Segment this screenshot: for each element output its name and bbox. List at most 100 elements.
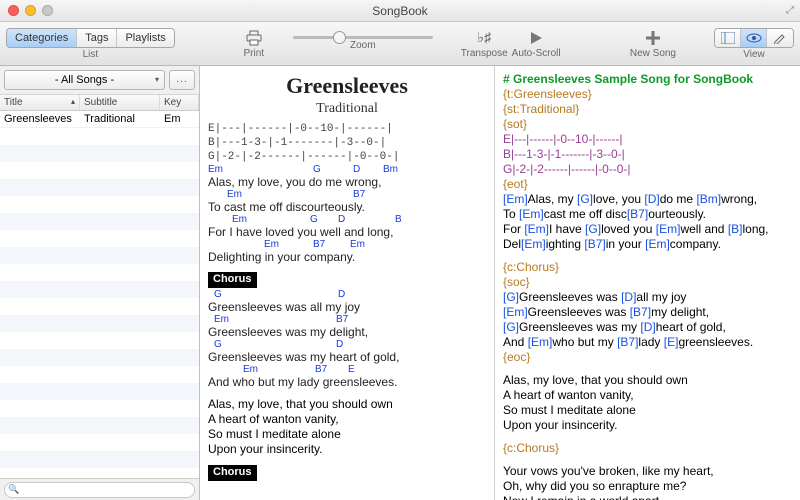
src-line: Del[Em]ighting [B7]in your [Em]company.: [503, 237, 792, 252]
tab-categories[interactable]: Categories: [7, 29, 77, 47]
src-line: So must I meditate alone: [503, 403, 792, 418]
lyric-line: Greensleeves was my heart of gold,GD: [208, 350, 486, 364]
chord: Em: [214, 314, 229, 327]
song-subtitle: Traditional: [208, 100, 486, 118]
window-controls: [0, 5, 53, 16]
src-subtitle-dir: {st:Traditional}: [503, 102, 792, 117]
titlebar: SongBook ⤢: [0, 0, 800, 22]
content: Greensleeves Traditional E|---|------|-0…: [200, 66, 800, 500]
song-view: Greensleeves Traditional E|---|------|-0…: [200, 66, 495, 500]
src-line: [Em]Alas, my [G]love, you [D]do me [Bm]w…: [503, 192, 792, 207]
lyric-line: Greensleeves was all my joyGD: [208, 300, 486, 314]
view-control: View: [714, 28, 794, 60]
category-select[interactable]: - All Songs -: [4, 70, 165, 90]
chord: Em: [208, 164, 223, 177]
src-line: Your vows you've broken, like my heart,: [503, 464, 792, 479]
fullscreen-icon[interactable]: ⤢: [786, 5, 794, 16]
transpose-icon: ♭♯: [473, 29, 495, 47]
src-line: [Em]Greensleeves was [B7]my delight,: [503, 305, 792, 320]
src-title-dir: {t:Greensleeves}: [503, 87, 792, 102]
src-eoc: {eoc}: [503, 350, 792, 365]
src-sot: {sot}: [503, 117, 792, 132]
src-cchorus2: {c:Chorus}: [503, 441, 792, 456]
searchbar: 🔍: [0, 478, 199, 500]
chord: G: [313, 164, 321, 177]
search-icon: 🔍: [8, 484, 19, 495]
window-title: SongBook: [0, 4, 800, 18]
list-mode-tabs: Categories Tags Playlists: [6, 28, 175, 48]
view-split-icon[interactable]: [715, 29, 741, 47]
col-key: Key: [160, 95, 199, 110]
src-line: Upon your insincerity.: [503, 418, 792, 433]
src-comment: # Greensleeves Sample Song for SongBook: [503, 72, 792, 87]
chord: B: [395, 214, 402, 227]
chord: Em: [232, 214, 247, 227]
zoom-control[interactable]: Zoom: [293, 36, 433, 51]
lyric-line: So must I meditate alone: [208, 427, 486, 442]
chorus-label: Chorus: [208, 272, 257, 288]
list-label: List: [83, 49, 99, 60]
lyric-line: Greensleeves was my delight,EmB7: [208, 325, 486, 339]
chord: B7: [336, 314, 348, 327]
lyric-line: For I have loved you well and long,EmGDB: [208, 225, 486, 239]
src-line: And [Em]who but my [B7]lady [E]greenslee…: [503, 335, 792, 350]
zoom-icon[interactable]: [42, 5, 53, 16]
lyric-line: Delighting in your company.EmB7Em: [208, 250, 486, 264]
chord: Em: [227, 189, 242, 202]
chord: G: [214, 289, 222, 302]
tab-playlists[interactable]: Playlists: [117, 29, 173, 47]
print-icon: [243, 29, 265, 47]
src-line: To [Em]cast me off disc[B7]ourteously.: [503, 207, 792, 222]
zoom-thumb: [333, 31, 346, 44]
src-cchorus: {c:Chorus}: [503, 260, 792, 275]
toolbar: Categories Tags Playlists List Print Zoo…: [0, 22, 800, 66]
lyric-line: Upon your insincerity.: [208, 442, 486, 457]
src-line: [G]Greensleeves was [D]all my joy: [503, 290, 792, 305]
view-edit-icon[interactable]: [767, 29, 793, 47]
songlist-row[interactable]: Greensleeves Traditional Em: [0, 111, 199, 128]
plus-icon: [642, 29, 664, 47]
lyric-line: A heart of wanton vanity,: [208, 412, 486, 427]
chord: G: [214, 339, 222, 352]
tab-tags[interactable]: Tags: [77, 29, 117, 47]
chord: Em: [350, 239, 365, 252]
zoom-slider: [293, 36, 433, 39]
print-control[interactable]: Print: [243, 29, 265, 59]
view-preview-icon[interactable]: [741, 29, 767, 47]
songlist-header[interactable]: Title Subtitle Key: [0, 95, 199, 111]
chord: Bm: [383, 164, 398, 177]
lyric-line: And who but my lady greensleeves.EmB7E: [208, 375, 486, 389]
src-eot: {eot}: [503, 177, 792, 192]
src-soc: {soc}: [503, 275, 792, 290]
search-input[interactable]: [4, 482, 195, 498]
transpose-control[interactable]: ♭♯ Transpose: [461, 29, 508, 59]
chord: D: [353, 164, 360, 177]
src-line: For [Em]I have [G]loved you [Em]well and…: [503, 222, 792, 237]
lyric-line: Alas, my love, that you should own: [208, 397, 486, 412]
minimize-icon[interactable]: [25, 5, 36, 16]
chord: B7: [315, 364, 327, 377]
more-button[interactable]: ...: [169, 70, 195, 90]
chord: D: [336, 339, 343, 352]
newsong-control[interactable]: New Song: [630, 29, 676, 59]
chord: B7: [353, 189, 365, 202]
chord: D: [338, 214, 345, 227]
chorus-label-2: Chorus: [208, 465, 257, 481]
chord: E: [348, 364, 355, 377]
source-view[interactable]: # Greensleeves Sample Song for SongBook …: [495, 66, 800, 500]
chord: G: [310, 214, 318, 227]
src-line: [G]Greensleeves was my [D]heart of gold,: [503, 320, 792, 335]
sidebar: - All Songs - ... Title Subtitle Key Gre…: [0, 66, 200, 500]
play-icon: [525, 29, 547, 47]
src-line: Oh, why did you so enrapture me?: [503, 479, 792, 494]
close-icon[interactable]: [8, 5, 19, 16]
src-line: Alas, my love, that you should own: [503, 373, 792, 388]
src-line: A heart of wanton vanity,: [503, 388, 792, 403]
chord: D: [338, 289, 345, 302]
song-title: Greensleeves: [208, 72, 486, 100]
lyric-line: Alas, my love, you do me wrong,EmGDBm: [208, 175, 486, 189]
autoscroll-control[interactable]: Auto-Scroll: [512, 29, 561, 59]
src-tab: E|---|------|-0--10-|------| B|---1-3-|-…: [503, 132, 792, 177]
chord: Em: [264, 239, 279, 252]
chord: Em: [243, 364, 258, 377]
